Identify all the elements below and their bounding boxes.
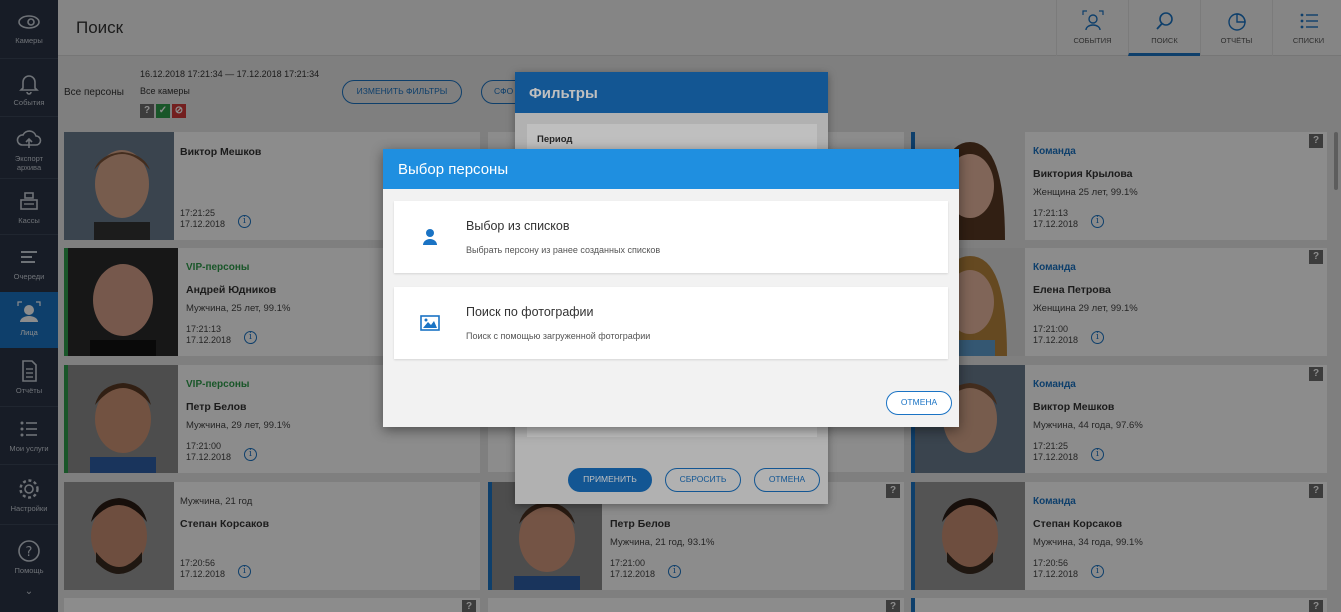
option-search-by-photo[interactable]: Поиск по фотографии Поиск с помощью загр…	[394, 287, 948, 359]
option-title: Поиск по фотографии	[466, 305, 594, 319]
person-dialog-cancel-button[interactable]: ОТМЕНА	[886, 391, 952, 415]
image-icon	[420, 315, 440, 331]
person-select-dialog: Выбор персоны Выбор из списков Выбрать п…	[383, 149, 959, 427]
option-title: Выбор из списков	[466, 219, 570, 233]
option-select-from-lists[interactable]: Выбор из списков Выбрать персону из ране…	[394, 201, 948, 273]
person-icon	[423, 229, 437, 245]
option-subtitle: Поиск с помощью загруженной фотографии	[466, 331, 651, 341]
person-dialog-title: Выбор персоны	[383, 149, 959, 189]
option-subtitle: Выбрать персону из ранее созданных списк…	[466, 245, 661, 255]
